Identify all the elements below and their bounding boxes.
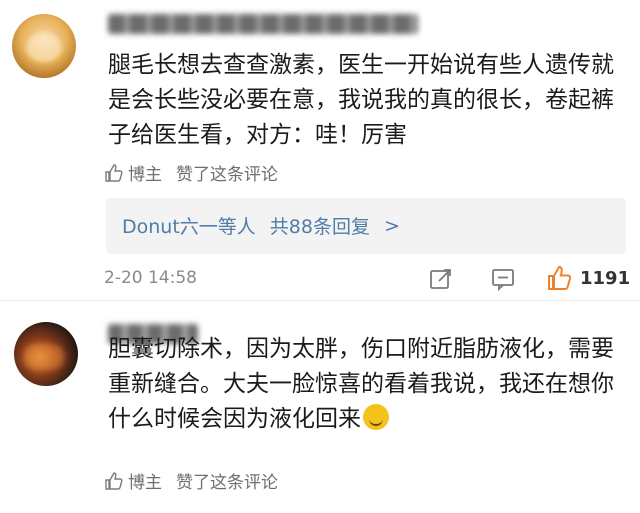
chevron-right-icon: > — [383, 214, 400, 237]
liked-text: 赞了这条评论 — [176, 473, 278, 493]
comment-bubble-icon[interactable] — [490, 266, 516, 292]
comment-line-text: 什么时候会因为液化回来 — [108, 406, 361, 432]
avatar[interactable] — [14, 322, 78, 386]
comment-line: 是会长些没必要在意，我说我的真的很长，卷起裤 — [108, 87, 614, 113]
avatar-image — [24, 344, 64, 370]
comment-actions: 2-20 14:58 1191 — [0, 262, 640, 294]
comment-line: 什么时候会因为液化回来 — [108, 402, 628, 437]
comment-text: 腿毛长想去查查激素，医生一开始说有些人遗传就 是会长些没必要在意，我说我的真的很… — [108, 48, 628, 153]
thumbs-up-icon — [105, 163, 123, 182]
avatar-image — [26, 32, 62, 62]
share-edit-icon[interactable] — [428, 266, 454, 292]
timestamp: 2-20 14:58 — [104, 268, 197, 288]
comment-line: 胆囊切除术，因为太胖，伤口附近脂肪液化，需要 — [108, 336, 614, 362]
author-liked-byline: 博主 赞了这条评论 — [104, 468, 278, 493]
grin-emoji-icon — [363, 404, 389, 430]
author-label: 博主 — [128, 165, 162, 185]
thumbs-up-icon — [105, 471, 123, 490]
comment-line: 腿毛长想去查查激素，医生一开始说有些人遗传就 — [108, 52, 614, 78]
avatar[interactable] — [12, 14, 76, 78]
like-button[interactable]: 1191 — [546, 264, 630, 292]
reply-count[interactable]: 共88条回复 — [270, 212, 370, 239]
like-count: 1191 — [580, 267, 631, 289]
like-thumb-icon — [548, 265, 572, 290]
author-liked-byline: 博主 赞了这条评论 — [104, 160, 278, 185]
reply-summary[interactable]: Donut六一等人 共88条回复 > — [106, 198, 626, 254]
comment-text: 胆囊切除术，因为太胖，伤口附近脂肪液化，需要 重新缝合。大夫一脸惊喜的看着我说，… — [108, 332, 628, 437]
author-label: 博主 — [128, 473, 162, 493]
divider — [0, 300, 640, 301]
reply-authors[interactable]: Donut六一等人 — [122, 212, 256, 239]
liked-text: 赞了这条评论 — [176, 165, 278, 185]
username-redacted[interactable] — [108, 14, 418, 34]
comment-line: 重新缝合。大夫一脸惊喜的看着我说，我还在想你 — [108, 371, 614, 397]
comment-line: 子给医生看，对方：哇！厉害 — [108, 122, 407, 148]
